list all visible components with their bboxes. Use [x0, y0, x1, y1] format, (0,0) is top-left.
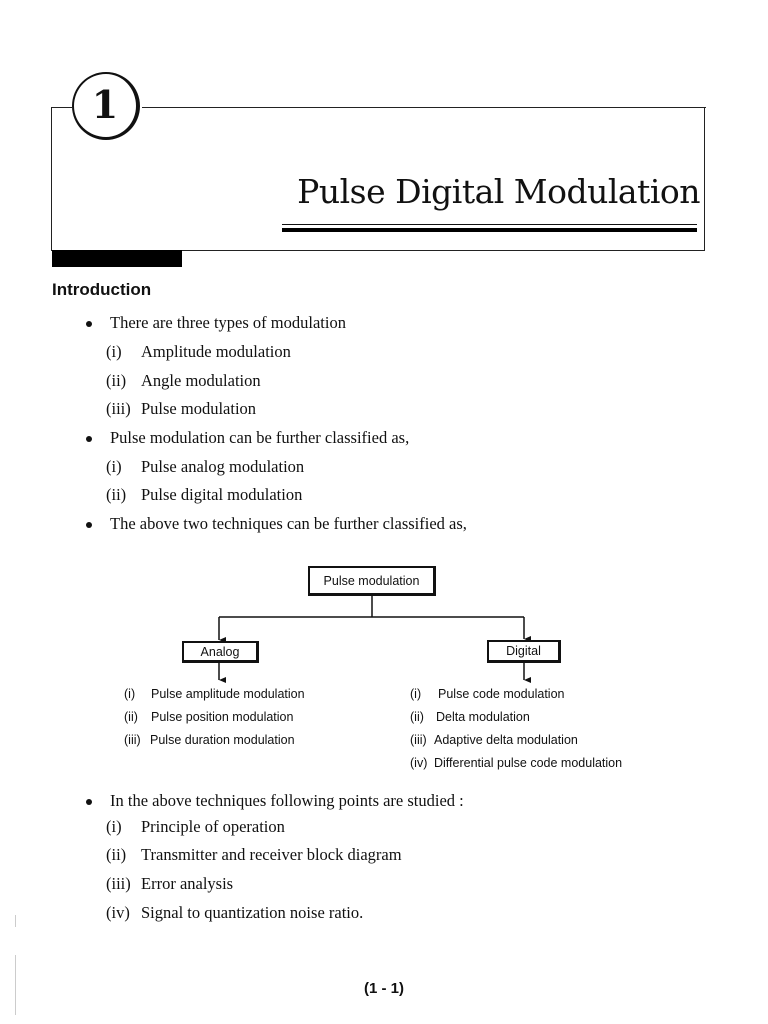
diagram-node-digital-label: Digital	[506, 644, 541, 658]
analog-item-label: (i)	[124, 687, 136, 701]
digital-item-label: (iv)	[410, 756, 428, 770]
diagram-node-root: Pulse modulation	[308, 566, 436, 596]
digital-item: Adaptive delta modulation	[434, 733, 578, 747]
digital-item-label: (ii)	[410, 710, 424, 724]
page-number: (1 - 1)	[363, 980, 404, 997]
list-item: Transmitter and receiver block diagram	[141, 845, 402, 864]
list-item: Signal to quantization noise ratio.	[141, 903, 364, 922]
diagram-node-analog: Analog	[182, 641, 259, 663]
diagram-connectors	[218, 595, 531, 683]
digital-item: Differential pulse code modulation	[434, 756, 623, 770]
list-item: Error analysis	[141, 874, 234, 893]
analog-item: Pulse position modulation	[151, 710, 294, 724]
analog-item: Pulse duration modulation	[150, 733, 295, 747]
analog-item: Pulse amplitude modulation	[151, 687, 305, 701]
list-label: (iii)	[106, 874, 131, 893]
digital-item-label: (iii)	[410, 733, 427, 747]
bullet-text: In the above techniques following points…	[110, 791, 464, 810]
list-label: (ii)	[106, 845, 127, 864]
bullet-icon	[86, 799, 92, 805]
digital-item: Pulse code modulation	[438, 687, 565, 701]
digital-item: Delta modulation	[436, 710, 530, 724]
list-label: (iv)	[106, 903, 130, 922]
list-item: Principle of operation	[141, 817, 285, 836]
diagram-node-root-label: Pulse modulation	[323, 573, 420, 588]
digital-item-label: (i)	[410, 687, 422, 701]
diagram-node-analog-label: Analog	[200, 644, 240, 659]
analog-item-label: (ii)	[124, 710, 138, 724]
list-label: (i)	[106, 817, 122, 836]
analog-item-label: (iii)	[124, 733, 141, 747]
diagram-node-digital: Digital	[487, 640, 561, 663]
scan-margin-mark	[15, 915, 16, 927]
